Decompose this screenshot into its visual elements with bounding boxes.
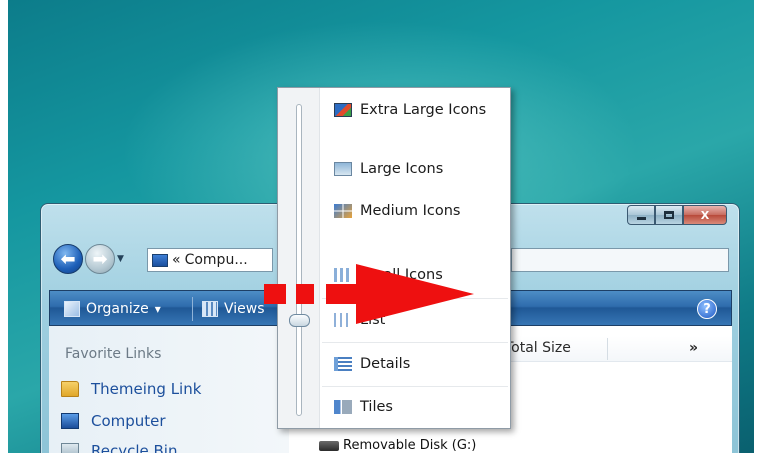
- back-button[interactable]: ⬅: [53, 244, 83, 274]
- toolbar-divider: [192, 297, 193, 321]
- close-button[interactable]: X: [683, 205, 727, 225]
- views-button[interactable]: Views: [202, 298, 265, 320]
- forward-button[interactable]: ➡: [85, 244, 115, 274]
- views-slider-track[interactable]: [296, 104, 302, 416]
- organize-icon: [64, 301, 80, 317]
- file-name: Removable Disk (G:): [343, 438, 477, 453]
- menu-item-large-icons[interactable]: Large Icons: [334, 161, 443, 177]
- menu-item-extra-large-icons[interactable]: Extra Large Icons: [334, 102, 486, 118]
- favorite-link-recycle-bin[interactable]: Recycle Bin: [61, 442, 177, 455]
- favorite-link-label: Computer: [91, 412, 166, 430]
- removable-disk-icon: [319, 440, 339, 451]
- desktop: { "window": { "address_prefix": "«", "ad…: [0, 0, 762, 455]
- annotation-arrow-head: [356, 264, 474, 324]
- favorite-link-themeing[interactable]: Themeing Link: [61, 380, 201, 398]
- views-icon: [202, 301, 218, 317]
- menu-item-label: Details: [360, 356, 411, 372]
- menu-separator: [322, 342, 508, 343]
- address-bar-extension[interactable]: [511, 248, 729, 272]
- column-header-total-size[interactable]: Total Size: [505, 340, 571, 356]
- forward-arrow-icon: ➡: [92, 248, 108, 270]
- favorite-links-heading: Favorite Links: [65, 346, 162, 362]
- file-row-removable-disk[interactable]: Removable Disk (G:): [319, 438, 476, 453]
- caption-buttons: X: [627, 205, 727, 225]
- menu-item-details[interactable]: Details: [334, 356, 410, 372]
- views-menu: Extra Large Icons Large Icons Medium Ico…: [277, 87, 511, 429]
- maximize-button[interactable]: [655, 205, 683, 225]
- column-divider: [607, 338, 608, 360]
- menu-item-medium-icons[interactable]: Medium Icons: [334, 203, 460, 219]
- tiles-view-icon: [334, 400, 352, 414]
- details-view-icon: [334, 357, 352, 371]
- help-button[interactable]: ?: [697, 299, 717, 319]
- chevron-down-icon: ▾: [154, 302, 161, 316]
- menu-item-label: Medium Icons: [360, 203, 461, 219]
- menu-item-label: Large Icons: [360, 161, 444, 177]
- minimize-button[interactable]: [627, 205, 655, 225]
- maximize-icon: [664, 211, 674, 219]
- navigation-buttons: ⬅ ➡ ▼: [53, 244, 124, 274]
- organize-button[interactable]: Organize ▾: [64, 298, 161, 320]
- annotation-arrow-dash: [264, 284, 286, 304]
- minimize-icon: [636, 216, 646, 220]
- navigation-pane: Favorite Links Themeing Link Computer Re…: [49, 326, 289, 455]
- address-bar[interactable]: « Compu...: [147, 248, 273, 272]
- menu-item-label: Tiles: [360, 399, 393, 415]
- history-dropdown-icon[interactable]: ▼: [117, 254, 124, 264]
- computer-icon: [61, 413, 79, 429]
- views-label: Views: [224, 301, 265, 317]
- computer-icon: [152, 253, 168, 267]
- back-arrow-icon: ⬅: [60, 248, 76, 270]
- close-icon: X: [700, 208, 710, 222]
- recycle-bin-icon: [61, 443, 79, 455]
- help-icon: ?: [703, 301, 711, 317]
- list-view-icon: [334, 313, 352, 327]
- menu-item-tiles[interactable]: Tiles: [334, 399, 393, 415]
- more-columns-icon[interactable]: »: [689, 340, 698, 356]
- extra-large-icons-icon: [334, 103, 352, 117]
- address-chevron: «: [172, 252, 181, 268]
- organize-label: Organize: [86, 301, 149, 317]
- large-icons-icon: [334, 162, 352, 176]
- favorite-link-label: Recycle Bin: [91, 442, 178, 455]
- folder-icon: [61, 381, 79, 397]
- views-slider-thumb[interactable]: [289, 314, 310, 327]
- medium-icons-icon: [334, 204, 352, 218]
- address-text: Compu...: [184, 252, 248, 268]
- favorite-link-label: Themeing Link: [91, 380, 202, 398]
- views-slider-panel: [278, 88, 320, 428]
- small-icons-icon: [334, 268, 352, 282]
- favorite-link-computer[interactable]: Computer: [61, 412, 166, 430]
- menu-separator: [322, 386, 508, 387]
- menu-item-label: Extra Large Icons: [360, 102, 487, 118]
- annotation-arrow-dash: [296, 284, 314, 304]
